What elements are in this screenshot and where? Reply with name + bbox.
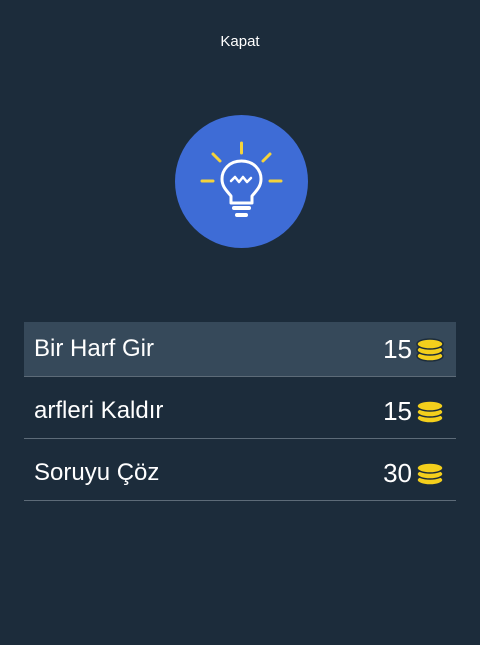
coins-icon [416, 462, 444, 486]
hint-badge [175, 115, 308, 248]
coins-icon [416, 400, 444, 424]
option-reveal-letter[interactable]: Bir Harf Gir 15 [24, 322, 456, 377]
coins-icon [416, 338, 444, 362]
close-button[interactable]: Kapat [0, 33, 480, 50]
option-label: Bir Harf Gir [34, 335, 154, 362]
option-remove-letters[interactable]: arfleri Kaldır 15 [24, 384, 456, 439]
hint-options-list: Bir Harf Gir 15 arfleri Kaldır 15 Soruyu… [24, 322, 456, 508]
option-cost: 15 [383, 334, 412, 364]
option-solve-question[interactable]: Soruyu Çöz 30 [24, 446, 456, 501]
lightbulb-icon [200, 141, 283, 217]
option-cost: 30 [383, 458, 412, 488]
option-cost: 15 [383, 396, 412, 426]
option-label: arfleri Kaldır [34, 397, 164, 424]
option-label: Soruyu Çöz [34, 459, 160, 486]
